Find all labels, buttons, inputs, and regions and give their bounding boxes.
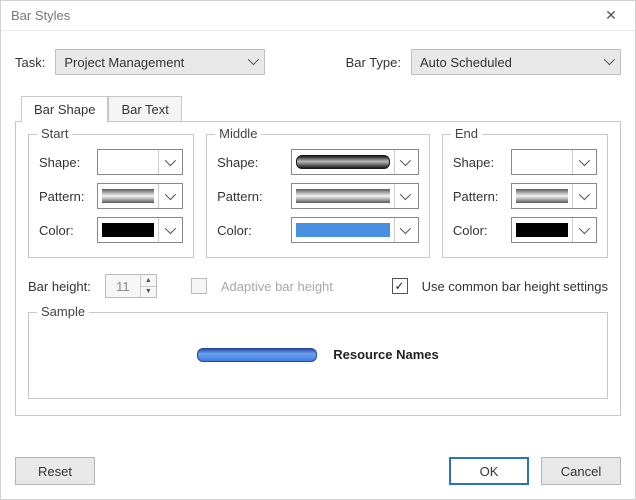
end-pattern-dropdown[interactable] bbox=[511, 183, 597, 209]
adaptive-label: Adaptive bar height bbox=[221, 279, 333, 294]
task-label: Task: bbox=[15, 55, 45, 70]
close-button[interactable]: ✕ bbox=[589, 2, 633, 30]
start-shape-label: Shape: bbox=[39, 155, 97, 170]
chevron-down-icon bbox=[572, 184, 592, 208]
cancel-button[interactable]: Cancel bbox=[541, 457, 621, 485]
reset-button[interactable]: Reset bbox=[15, 457, 95, 485]
chevron-down-icon bbox=[394, 184, 414, 208]
chevron-down-icon bbox=[158, 150, 178, 174]
end-color-label: Color: bbox=[453, 223, 511, 238]
start-color-label: Color: bbox=[39, 223, 97, 238]
color-black-preview bbox=[516, 223, 568, 237]
chevron-down-icon bbox=[248, 57, 258, 67]
empty-preview bbox=[102, 155, 154, 169]
chevron-down-icon bbox=[572, 150, 592, 174]
close-icon: ✕ bbox=[605, 7, 617, 24]
bar-height-value: 11 bbox=[106, 279, 140, 294]
tabstrip: Bar Shape Bar Text bbox=[15, 95, 621, 122]
task-value: Project Management bbox=[64, 55, 248, 70]
sample-bar bbox=[197, 348, 317, 362]
adaptive-checkbox[interactable] bbox=[191, 278, 207, 294]
chevron-down-icon bbox=[158, 218, 178, 242]
end-color-dropdown[interactable] bbox=[511, 217, 597, 243]
ok-button[interactable]: OK bbox=[449, 457, 529, 485]
sample-legend: Sample bbox=[37, 304, 89, 319]
bar-height-row: Bar height: 11 ▲ ▼ Adaptive bar height ✓… bbox=[28, 274, 608, 298]
gradient-preview bbox=[102, 189, 154, 203]
sample-text: Resource Names bbox=[333, 347, 439, 362]
color-black-preview bbox=[102, 223, 154, 237]
tab-bar-shape[interactable]: Bar Shape bbox=[21, 96, 108, 123]
usecommon-checkbox[interactable]: ✓ bbox=[392, 278, 408, 294]
start-color-dropdown[interactable] bbox=[97, 217, 183, 243]
end-pattern-label: Pattern: bbox=[453, 189, 511, 204]
bartype-label: Bar Type: bbox=[346, 55, 401, 70]
bartype-dropdown[interactable]: Auto Scheduled bbox=[411, 49, 621, 75]
start-shape-dropdown[interactable] bbox=[97, 149, 183, 175]
gradient-preview bbox=[516, 189, 568, 203]
chevron-down-icon bbox=[394, 218, 414, 242]
sample-fieldset: Sample Resource Names bbox=[28, 312, 608, 399]
bartype-value: Auto Scheduled bbox=[420, 55, 604, 70]
end-shape-dropdown[interactable] bbox=[511, 149, 597, 175]
tab-panel: Start Shape: Pattern: bbox=[15, 121, 621, 416]
top-row: Task: Project Management Bar Type: Auto … bbox=[15, 49, 621, 75]
end-fieldset: End Shape: Pattern: bbox=[442, 134, 608, 258]
end-shape-label: Shape: bbox=[453, 155, 511, 170]
middle-color-dropdown[interactable] bbox=[291, 217, 419, 243]
chevron-down-icon bbox=[604, 57, 614, 67]
middle-color-label: Color: bbox=[217, 223, 275, 238]
titlebar: Bar Styles ✕ bbox=[1, 1, 635, 31]
end-legend: End bbox=[451, 126, 482, 141]
middle-shape-dropdown[interactable] bbox=[291, 149, 419, 175]
task-dropdown[interactable]: Project Management bbox=[55, 49, 265, 75]
chevron-down-icon bbox=[572, 218, 592, 242]
footer: Reset OK Cancel bbox=[1, 449, 635, 499]
start-legend: Start bbox=[37, 126, 72, 141]
middle-fieldset: Middle Shape: Pattern: bbox=[206, 134, 430, 258]
middle-legend: Middle bbox=[215, 126, 261, 141]
middle-shape-label: Shape: bbox=[217, 155, 275, 170]
bar-height-stepper[interactable]: 11 ▲ ▼ bbox=[105, 274, 157, 298]
color-blue-preview bbox=[296, 223, 390, 237]
gradient-preview bbox=[296, 189, 390, 203]
empty-preview bbox=[516, 155, 568, 169]
pill-shape-preview bbox=[296, 155, 390, 169]
content-area: Task: Project Management Bar Type: Auto … bbox=[1, 31, 635, 449]
spinner-buttons: ▲ ▼ bbox=[140, 275, 156, 297]
usecommon-label: Use common bar height settings bbox=[422, 279, 608, 294]
bar-styles-dialog: Bar Styles ✕ Task: Project Management Ba… bbox=[0, 0, 636, 500]
middle-pattern-label: Pattern: bbox=[217, 189, 275, 204]
window-title: Bar Styles bbox=[11, 8, 70, 23]
middle-pattern-dropdown[interactable] bbox=[291, 183, 419, 209]
bar-height-label: Bar height: bbox=[28, 279, 91, 294]
start-pattern-dropdown[interactable] bbox=[97, 183, 183, 209]
spinner-down-icon[interactable]: ▼ bbox=[141, 286, 156, 298]
chevron-down-icon bbox=[158, 184, 178, 208]
start-fieldset: Start Shape: Pattern: bbox=[28, 134, 194, 258]
sections-row: Start Shape: Pattern: bbox=[28, 134, 608, 258]
check-icon: ✓ bbox=[395, 280, 405, 292]
spinner-up-icon[interactable]: ▲ bbox=[141, 275, 156, 286]
tab-bar-text[interactable]: Bar Text bbox=[108, 96, 181, 123]
chevron-down-icon bbox=[394, 150, 414, 174]
start-pattern-label: Pattern: bbox=[39, 189, 97, 204]
